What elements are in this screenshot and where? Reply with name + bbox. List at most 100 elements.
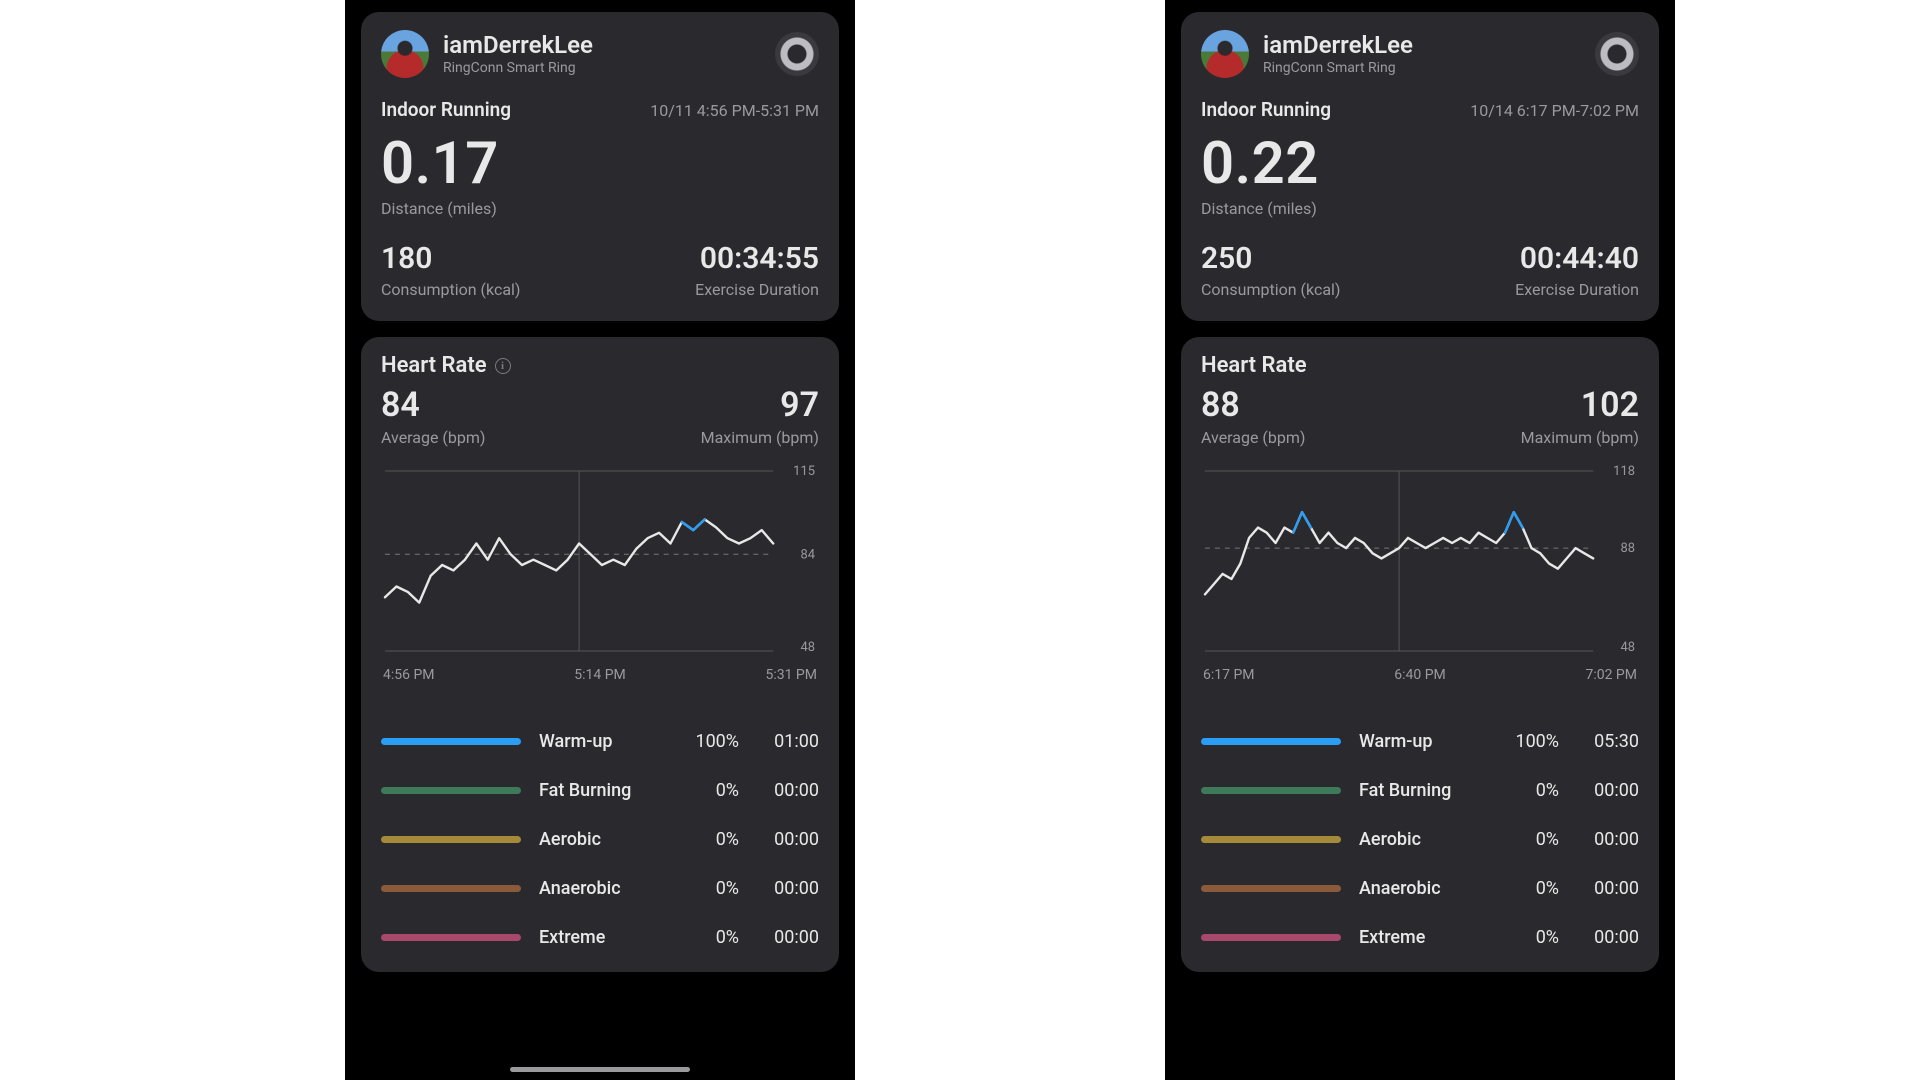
distance-label: Distance (miles) <box>1201 199 1639 218</box>
user-name-block: iamDerrekLee RingConn Smart Ring <box>1263 32 1413 76</box>
zone-name: Anaerobic <box>1359 878 1485 899</box>
x-tick: 5:14 PM <box>574 667 626 683</box>
hr-x-axis: 6:17 PM 6:40 PM 7:02 PM <box>1201 667 1639 683</box>
duration-stat: 00:44:40 Exercise Duration <box>1515 244 1639 299</box>
heart-rate-values: 88 Average (bpm) 102 Maximum (bpm) <box>1201 388 1639 447</box>
zone-time: 00:00 <box>757 780 819 801</box>
svg-text:48: 48 <box>800 640 815 655</box>
hr-avg-label: Average (bpm) <box>1201 428 1305 447</box>
zone-row: Aerobic0%00:00 <box>1201 815 1639 864</box>
zone-bar <box>381 885 521 892</box>
user-header: iamDerrekLee RingConn Smart Ring <box>381 30 819 78</box>
zone-bar <box>1201 836 1341 843</box>
hr-chart[interactable]: 1188848 <box>1201 461 1639 661</box>
zone-pct: 100% <box>683 731 739 752</box>
zone-pct: 0% <box>1503 927 1559 948</box>
hr-zones: Warm-up100%05:30 Fat Burning 0% 00:00 Aerobi… <box>1201 717 1639 962</box>
hr-chart[interactable]: 115 84 48 <box>381 461 819 661</box>
x-tick: 6:40 PM <box>1394 667 1446 683</box>
zone-pct: 0% <box>1503 829 1559 850</box>
zone-bar <box>1201 787 1341 794</box>
hr-x-axis: 4:56 PM 5:14 PM 5:31 PM <box>381 667 819 683</box>
zone-pct: 0% <box>683 829 739 850</box>
zone-time: 05:30 <box>1577 731 1639 752</box>
x-tick: 7:02 PM <box>1585 667 1637 683</box>
zone-row: Fat Burning0%00:00 <box>381 766 819 815</box>
user-header: iamDerrekLee RingConn Smart Ring <box>1201 30 1639 78</box>
stats-row: 250 Consumption (kcal) 00:44:40 Exercise… <box>1201 244 1639 299</box>
svg-text:115: 115 <box>793 464 815 479</box>
x-tick: 6:17 PM <box>1203 667 1255 683</box>
distance-value: 0.22 <box>1201 135 1639 193</box>
zone-name: Anaerobic <box>539 878 665 899</box>
zone-pct: 0% <box>1503 780 1559 801</box>
summary-card: iamDerrekLee RingConn Smart Ring Indoor … <box>1181 12 1659 321</box>
zone-name: Aerobic <box>1359 829 1485 850</box>
zone-time: 00:00 <box>757 878 819 899</box>
hr-avg-block: 84 Average (bpm) <box>381 388 485 447</box>
zone-pct: 0% <box>1503 878 1559 899</box>
zone-time: 01:00 <box>757 731 819 752</box>
consumption-value: 180 <box>381 244 521 274</box>
hr-avg-label: Average (bpm) <box>381 428 485 447</box>
stats-row: 180 Consumption (kcal) 00:34:55 Exercise… <box>381 244 819 299</box>
distance-label: Distance (miles) <box>381 199 819 218</box>
consumption-label: Consumption (kcal) <box>381 280 521 299</box>
zone-time: 00:00 <box>757 829 819 850</box>
hr-avg-block: 88 Average (bpm) <box>1201 388 1305 447</box>
activity-row: Indoor Running 10/14 6:17 PM-7:02 PM <box>1201 98 1639 121</box>
svg-text:118: 118 <box>1613 464 1635 479</box>
zone-pct: 0% <box>683 878 739 899</box>
home-indicator[interactable] <box>510 1067 690 1072</box>
user-name-block: iamDerrekLee RingConn Smart Ring <box>443 32 593 76</box>
zone-bar <box>381 934 521 941</box>
zone-bar <box>381 836 521 843</box>
heart-rate-values: 84 Average (bpm) 97 Maximum (bpm) <box>381 388 819 447</box>
hr-max-label: Maximum (bpm) <box>701 428 819 447</box>
svg-text:48: 48 <box>1620 640 1635 655</box>
zone-time: 00:00 <box>1577 780 1639 801</box>
consumption-label: Consumption (kcal) <box>1201 280 1341 299</box>
phone-screen-right: iamDerrekLee RingConn Smart Ring Indoor … <box>1165 0 1675 1080</box>
consumption-stat: 180 Consumption (kcal) <box>381 244 521 299</box>
zone-time: 00:00 <box>1577 878 1639 899</box>
hr-chart-wrap: 115 84 48 4:56 PM 5:14 PM 5:31 PM <box>381 461 819 683</box>
hr-max-block: 102 Maximum (bpm) <box>1521 388 1639 447</box>
user-name: iamDerrekLee <box>1263 32 1413 58</box>
heart-rate-title: Heart Rate <box>381 353 487 378</box>
activity-timestamp: 10/11 4:56 PM-5:31 PM <box>650 101 819 120</box>
duration-label: Exercise Duration <box>1515 280 1639 299</box>
x-tick: 5:31 PM <box>765 667 817 683</box>
avatar[interactable] <box>381 30 429 78</box>
duration-stat: 00:34:55 Exercise Duration <box>695 244 819 299</box>
hr-avg-value: 88 <box>1201 388 1305 422</box>
info-icon[interactable]: i <box>495 358 511 374</box>
duration-value: 00:44:40 <box>1515 244 1639 274</box>
page-stage: iamDerrekLee RingConn Smart Ring Indoor … <box>0 0 1920 1080</box>
device-name: RingConn Smart Ring <box>443 60 593 76</box>
ring-icon[interactable] <box>1595 32 1639 76</box>
zone-row: Warm-up100%05:30 <box>1201 717 1639 766</box>
zone-name: Fat Burning <box>1359 780 1485 801</box>
zone-row: Warm-up100%01:00 <box>381 717 819 766</box>
svg-text:84: 84 <box>800 547 815 562</box>
hr-chart-wrap: 1188848 6:17 PM 6:40 PM 7:02 PM <box>1201 461 1639 683</box>
zone-bar <box>1201 885 1341 892</box>
zone-time: 00:00 <box>1577 927 1639 948</box>
zone-name: Extreme <box>539 927 665 948</box>
zone-pct: 0% <box>683 780 739 801</box>
activity-row: Indoor Running 10/11 4:56 PM-5:31 PM <box>381 98 819 121</box>
zone-name: Warm-up <box>1359 731 1485 752</box>
ring-icon[interactable] <box>775 32 819 76</box>
avatar[interactable] <box>1201 30 1249 78</box>
zone-name: Aerobic <box>539 829 665 850</box>
heart-rate-card: Heart Rate 88 Average (bpm) 102 Maximum … <box>1181 337 1659 972</box>
activity-type: Indoor Running <box>1201 98 1331 121</box>
zone-name: Extreme <box>1359 927 1485 948</box>
zone-row: Anaerobic 0% 00:00 <box>381 864 819 913</box>
distance-value: 0.17 <box>381 135 819 193</box>
zone-row: Extreme0%00:00 <box>381 913 819 962</box>
zone-bar <box>381 787 521 794</box>
phone-screen-left: iamDerrekLee RingConn Smart Ring Indoor … <box>345 0 855 1080</box>
activity-type: Indoor Running <box>381 98 511 121</box>
